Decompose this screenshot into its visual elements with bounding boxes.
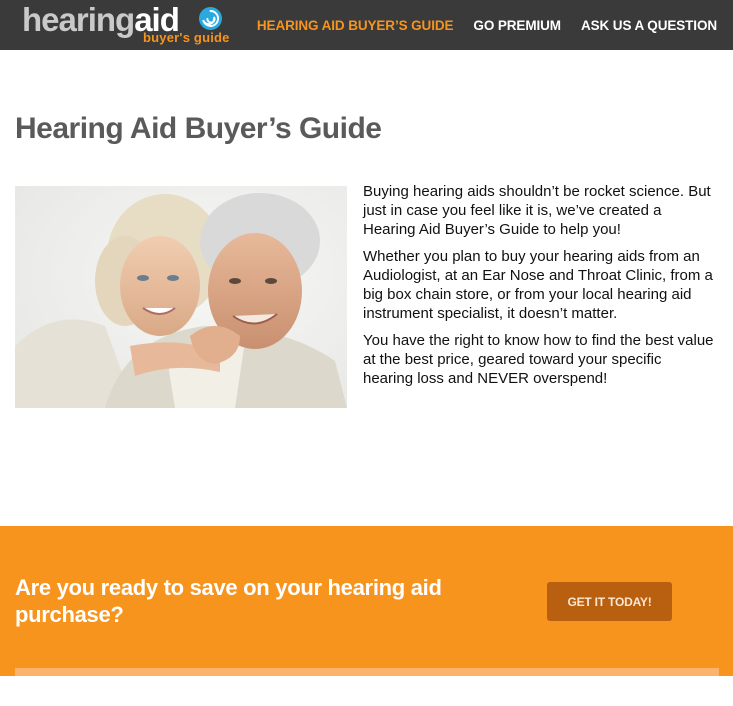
- hero-photo: [15, 186, 347, 408]
- nav-item-buyers-guide[interactable]: HEARING AID BUYER’S GUIDE: [237, 18, 454, 33]
- couple-photo-illustration: [15, 186, 347, 408]
- main-nav: HEARING AID BUYER’S GUIDE GO PREMIUM ASK…: [237, 0, 717, 50]
- site-logo[interactable]: hearingaid buyer's guide: [22, 0, 232, 50]
- swirl-icon: [199, 7, 222, 30]
- intro-paragraph-3: You have the right to know how to find t…: [363, 332, 714, 387]
- intro-text: Buying hearing aids shouldn’t be rocket …: [363, 182, 715, 396]
- nav-item-ask-question[interactable]: ASK US A QUESTION: [561, 18, 717, 33]
- logo-subtitle: buyer's guide: [143, 30, 230, 45]
- intro-paragraph-1: Buying hearing aids shouldn’t be rocket …: [363, 183, 711, 238]
- page-bottom: [0, 676, 733, 706]
- site-header: hearingaid buyer's guide HEARING AID BUY…: [0, 0, 733, 50]
- intro-paragraph-2: Whether you plan to buy your hearing aid…: [363, 248, 713, 322]
- nav-item-go-premium[interactable]: GO PREMIUM: [453, 18, 561, 33]
- get-it-today-button[interactable]: GET IT TODAY!: [547, 582, 672, 621]
- page-title: Hearing Aid Buyer’s Guide: [15, 112, 382, 145]
- logo-word-hearing: hearing: [22, 1, 135, 38]
- cta-heading: Are you ready to save on your hearing ai…: [15, 575, 442, 627]
